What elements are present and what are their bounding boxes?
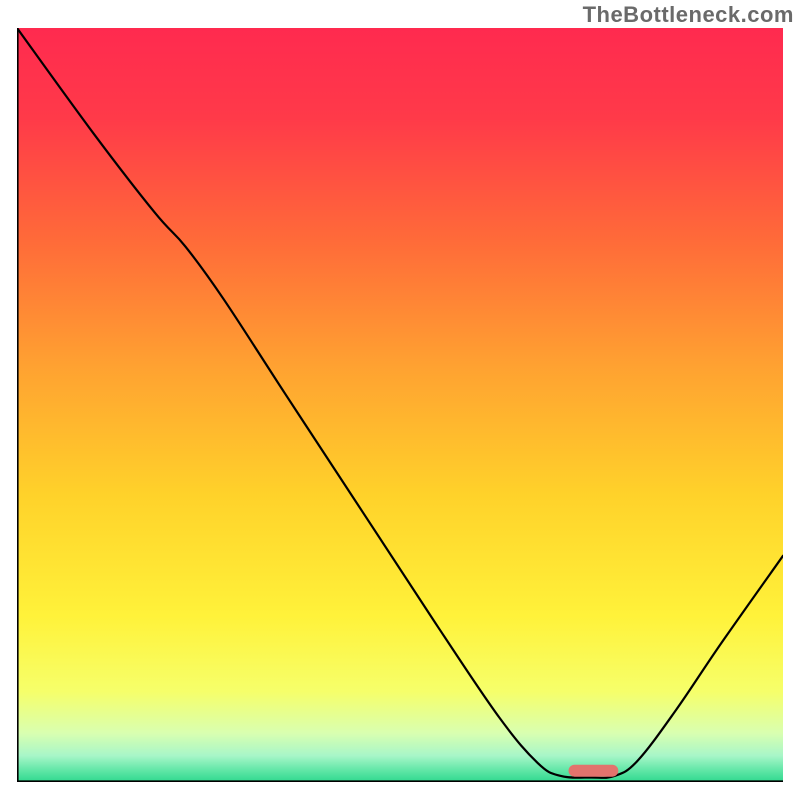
sweet-spot-marker — [569, 765, 619, 777]
plot-svg — [17, 28, 783, 782]
gradient-background — [17, 28, 783, 782]
watermark-label: TheBottleneck.com — [583, 2, 794, 28]
plot-area — [17, 28, 783, 782]
chart-stage: TheBottleneck.com — [0, 0, 800, 800]
